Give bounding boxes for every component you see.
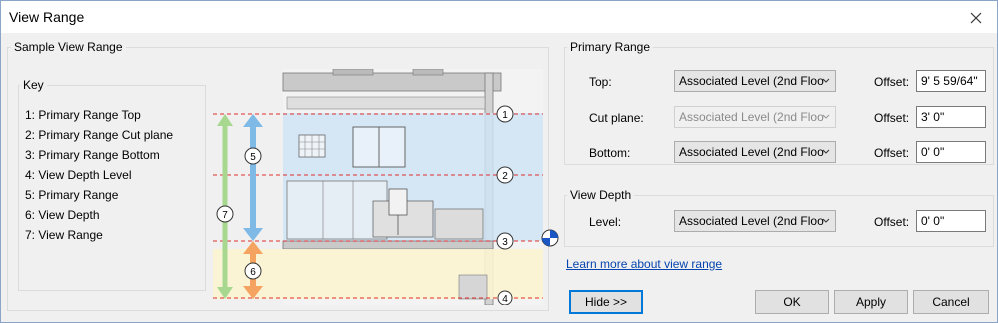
marker-7: 7 — [216, 205, 234, 223]
top-label: Top: — [589, 75, 612, 89]
bottom-offset-label: Offset: — [874, 146, 910, 160]
bottom-label: Bottom: — [589, 146, 631, 160]
chevron-down-icon — [822, 149, 830, 154]
chevron-down-icon — [822, 78, 830, 83]
apply-button[interactable]: Apply — [834, 290, 908, 314]
marker-3-label: 3 — [502, 237, 508, 248]
key-title: Key — [20, 78, 47, 92]
marker-5: 5 — [244, 147, 262, 165]
hide-button[interactable]: Hide >> — [569, 290, 643, 314]
cut-plane-offset-input[interactable]: 3' 0" — [916, 106, 986, 128]
view-depth-offset-label: Offset: — [874, 215, 910, 229]
cut-plane-level-value: Associated Level (2nd Floo — [679, 110, 824, 124]
title-bar: View Range — [1, 1, 997, 33]
marker-1-label: 1 — [502, 110, 508, 121]
key-item-view-depth: 6: View Depth — [25, 208, 100, 222]
key-item-view-range: 7: View Range — [25, 228, 103, 242]
ok-button[interactable]: OK — [755, 290, 829, 314]
sample-view-range-label: Sample View Range — [11, 40, 126, 54]
marker-3: 3 — [496, 232, 514, 250]
marker-6: 6 — [244, 262, 262, 280]
marker-5-label: 5 — [250, 152, 256, 163]
key-item-view-depth-level: 4: View Depth Level — [25, 168, 132, 182]
marker-6-label: 6 — [250, 267, 256, 278]
window-title: View Range — [9, 9, 85, 25]
key-item-primary-range: 5: Primary Range — [25, 188, 119, 202]
cut-plane-label: Cut plane: — [589, 111, 644, 125]
key-item-primary-range-top: 1: Primary Range Top — [25, 108, 141, 122]
level-label: Level: — [589, 215, 622, 229]
view-range-dialog: View Range Sample View Range Key 1: Prim… — [0, 0, 998, 323]
view-depth-label: View Depth — [567, 188, 635, 202]
view-depth-level-select[interactable]: Associated Level (2nd Floo — [674, 210, 836, 232]
view-depth-level-value: Associated Level (2nd Floo — [679, 214, 824, 228]
bottom-level-value: Associated Level (2nd Floo — [679, 145, 824, 159]
marker-7-label: 7 — [222, 210, 228, 221]
marker-4-label: 4 — [502, 294, 508, 305]
primary-range-label: Primary Range — [567, 40, 654, 54]
cut-plane-offset-label: Offset: — [874, 111, 910, 125]
cancel-button[interactable]: Cancel — [913, 290, 989, 314]
cut-plane-level-select: Associated Level (2nd Floo — [674, 106, 836, 128]
marker-1: 1 — [496, 105, 514, 123]
key-item-primary-range-bottom: 3: Primary Range Bottom — [25, 148, 160, 162]
bottom-offset-input[interactable]: 0' 0" — [916, 141, 986, 163]
chevron-down-icon — [822, 114, 830, 119]
top-level-select[interactable]: Associated Level (2nd Floo — [674, 70, 836, 92]
top-level-value: Associated Level (2nd Floo — [679, 74, 824, 88]
key-item-cut-plane: 2: Primary Range Cut plane — [25, 128, 174, 142]
chevron-down-icon — [822, 218, 830, 223]
top-offset-input[interactable]: 9' 5 59/64" — [916, 70, 986, 92]
marker-2-label: 2 — [502, 171, 508, 182]
view-range-section-diagram: 7 5 6 1 2 3 4 — [213, 69, 543, 305]
learn-more-link[interactable]: Learn more about view range — [566, 257, 722, 271]
view-depth-offset-input[interactable]: 0' 0" — [916, 210, 986, 232]
marker-2: 2 — [496, 166, 514, 184]
crosshair-icon[interactable] — [541, 229, 559, 247]
top-offset-label: Offset: — [874, 75, 910, 89]
close-icon[interactable] — [965, 7, 987, 29]
bottom-level-select[interactable]: Associated Level (2nd Floo — [674, 141, 836, 163]
marker-4: 4 — [497, 290, 513, 305]
